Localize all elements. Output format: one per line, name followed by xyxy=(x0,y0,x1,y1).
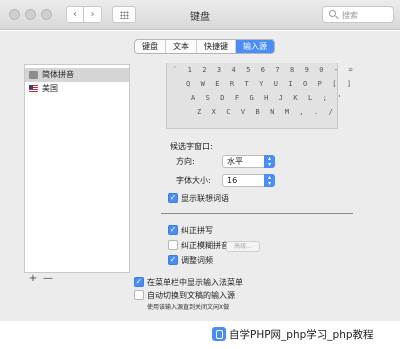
updown-chevron-icon: ▴ ▾ xyxy=(264,174,275,187)
list-item-simplified-pinyin[interactable]: 简体拼音 xyxy=(25,68,129,82)
auto-switch-label: 自动切换到文稿的输入源 xyxy=(147,291,235,300)
keyboard-row: ` 1 2 3 4 5 6 7 8 9 0 - = xyxy=(173,66,356,74)
show-in-menu-bar-label: 在菜单栏中显示输入法菜单 xyxy=(147,278,243,287)
updown-chevron-icon: ▴ ▾ xyxy=(264,155,275,168)
show-predictive-checkbox[interactable]: ✓ xyxy=(168,193,178,203)
input-source-list: 简体拼音 美国 xyxy=(24,64,130,273)
keyboard-preview: ` 1 2 3 4 5 6 7 8 9 0 - = Q W E R T Y U … xyxy=(166,63,353,129)
tab-keyboard[interactable]: 键盘 xyxy=(135,40,166,53)
font-size-popup[interactable]: 16 ▴ ▾ xyxy=(222,174,275,187)
checkmark-icon: ✓ xyxy=(169,255,177,264)
search-placeholder: 搜索 xyxy=(342,11,358,20)
checkmark-icon: ✓ xyxy=(169,225,177,234)
watermark: 自学PHP网_php学习_php教程 xyxy=(212,323,400,347)
us-flag-icon xyxy=(29,85,38,93)
tab-input-sources[interactable]: 输入源 xyxy=(236,40,274,53)
checkmark-icon: ✓ xyxy=(135,277,143,286)
title-bar: ‹ › 键盘 搜索 xyxy=(0,0,400,30)
checkmark-icon: ✓ xyxy=(169,193,177,202)
tab-text[interactable]: 文本 xyxy=(166,40,197,53)
direction-popup[interactable]: 水平 ▴ ▾ xyxy=(222,155,275,168)
divider xyxy=(161,213,353,214)
pinyin-icon xyxy=(29,71,38,79)
adjust-frequency-checkbox[interactable]: ✓ xyxy=(168,255,178,265)
fuzzy-pinyin-checkbox[interactable] xyxy=(168,240,178,250)
list-controls: + — xyxy=(24,273,130,286)
keyboard-row: Q W E R T Y U I O P [ ] xyxy=(186,80,355,88)
keyboard-row: A S D F G H J K L ; ' xyxy=(191,94,345,102)
list-item-label: 美国 xyxy=(42,84,58,93)
search-icon xyxy=(329,10,336,17)
add-input-source-button[interactable]: + xyxy=(27,273,39,286)
watermark-logo-icon xyxy=(212,327,226,341)
list-item-us[interactable]: 美国 xyxy=(25,82,129,96)
watermark-text: 自学PHP网_php学习_php教程 xyxy=(229,329,374,341)
fuzzy-pinyin-label: 纠正模糊拼音 xyxy=(181,241,229,250)
keyboard-row: Z X C V B N M , . / xyxy=(197,108,336,116)
tab-bar: 键盘 文本 快捷键 输入源 xyxy=(134,39,275,54)
candidate-window-label: 候选字窗口: xyxy=(170,142,213,151)
show-in-menu-bar-checkbox[interactable]: ✓ xyxy=(134,277,144,287)
font-size-label: 字体大小: xyxy=(176,176,211,185)
show-predictive-label: 显示联想词语 xyxy=(181,194,229,203)
list-item-label: 简体拼音 xyxy=(42,70,74,79)
direction-value: 水平 xyxy=(227,157,243,166)
auto-switch-footnote: 使用该输入源直到关闭文闲X做 xyxy=(147,304,230,311)
advanced-button[interactable]: 高级... xyxy=(226,241,260,252)
font-size-value: 16 xyxy=(227,176,238,185)
correct-spelling-checkbox[interactable]: ✓ xyxy=(168,225,178,235)
direction-label: 方向: xyxy=(176,157,195,166)
auto-switch-checkbox[interactable] xyxy=(134,290,144,300)
remove-input-source-button[interactable]: — xyxy=(42,273,54,286)
adjust-frequency-label: 调整词频 xyxy=(181,256,213,265)
search-field[interactable]: 搜索 xyxy=(322,6,394,23)
correct-spelling-label: 纠正拼写 xyxy=(181,226,213,235)
tab-shortcuts[interactable]: 快捷键 xyxy=(197,40,236,53)
